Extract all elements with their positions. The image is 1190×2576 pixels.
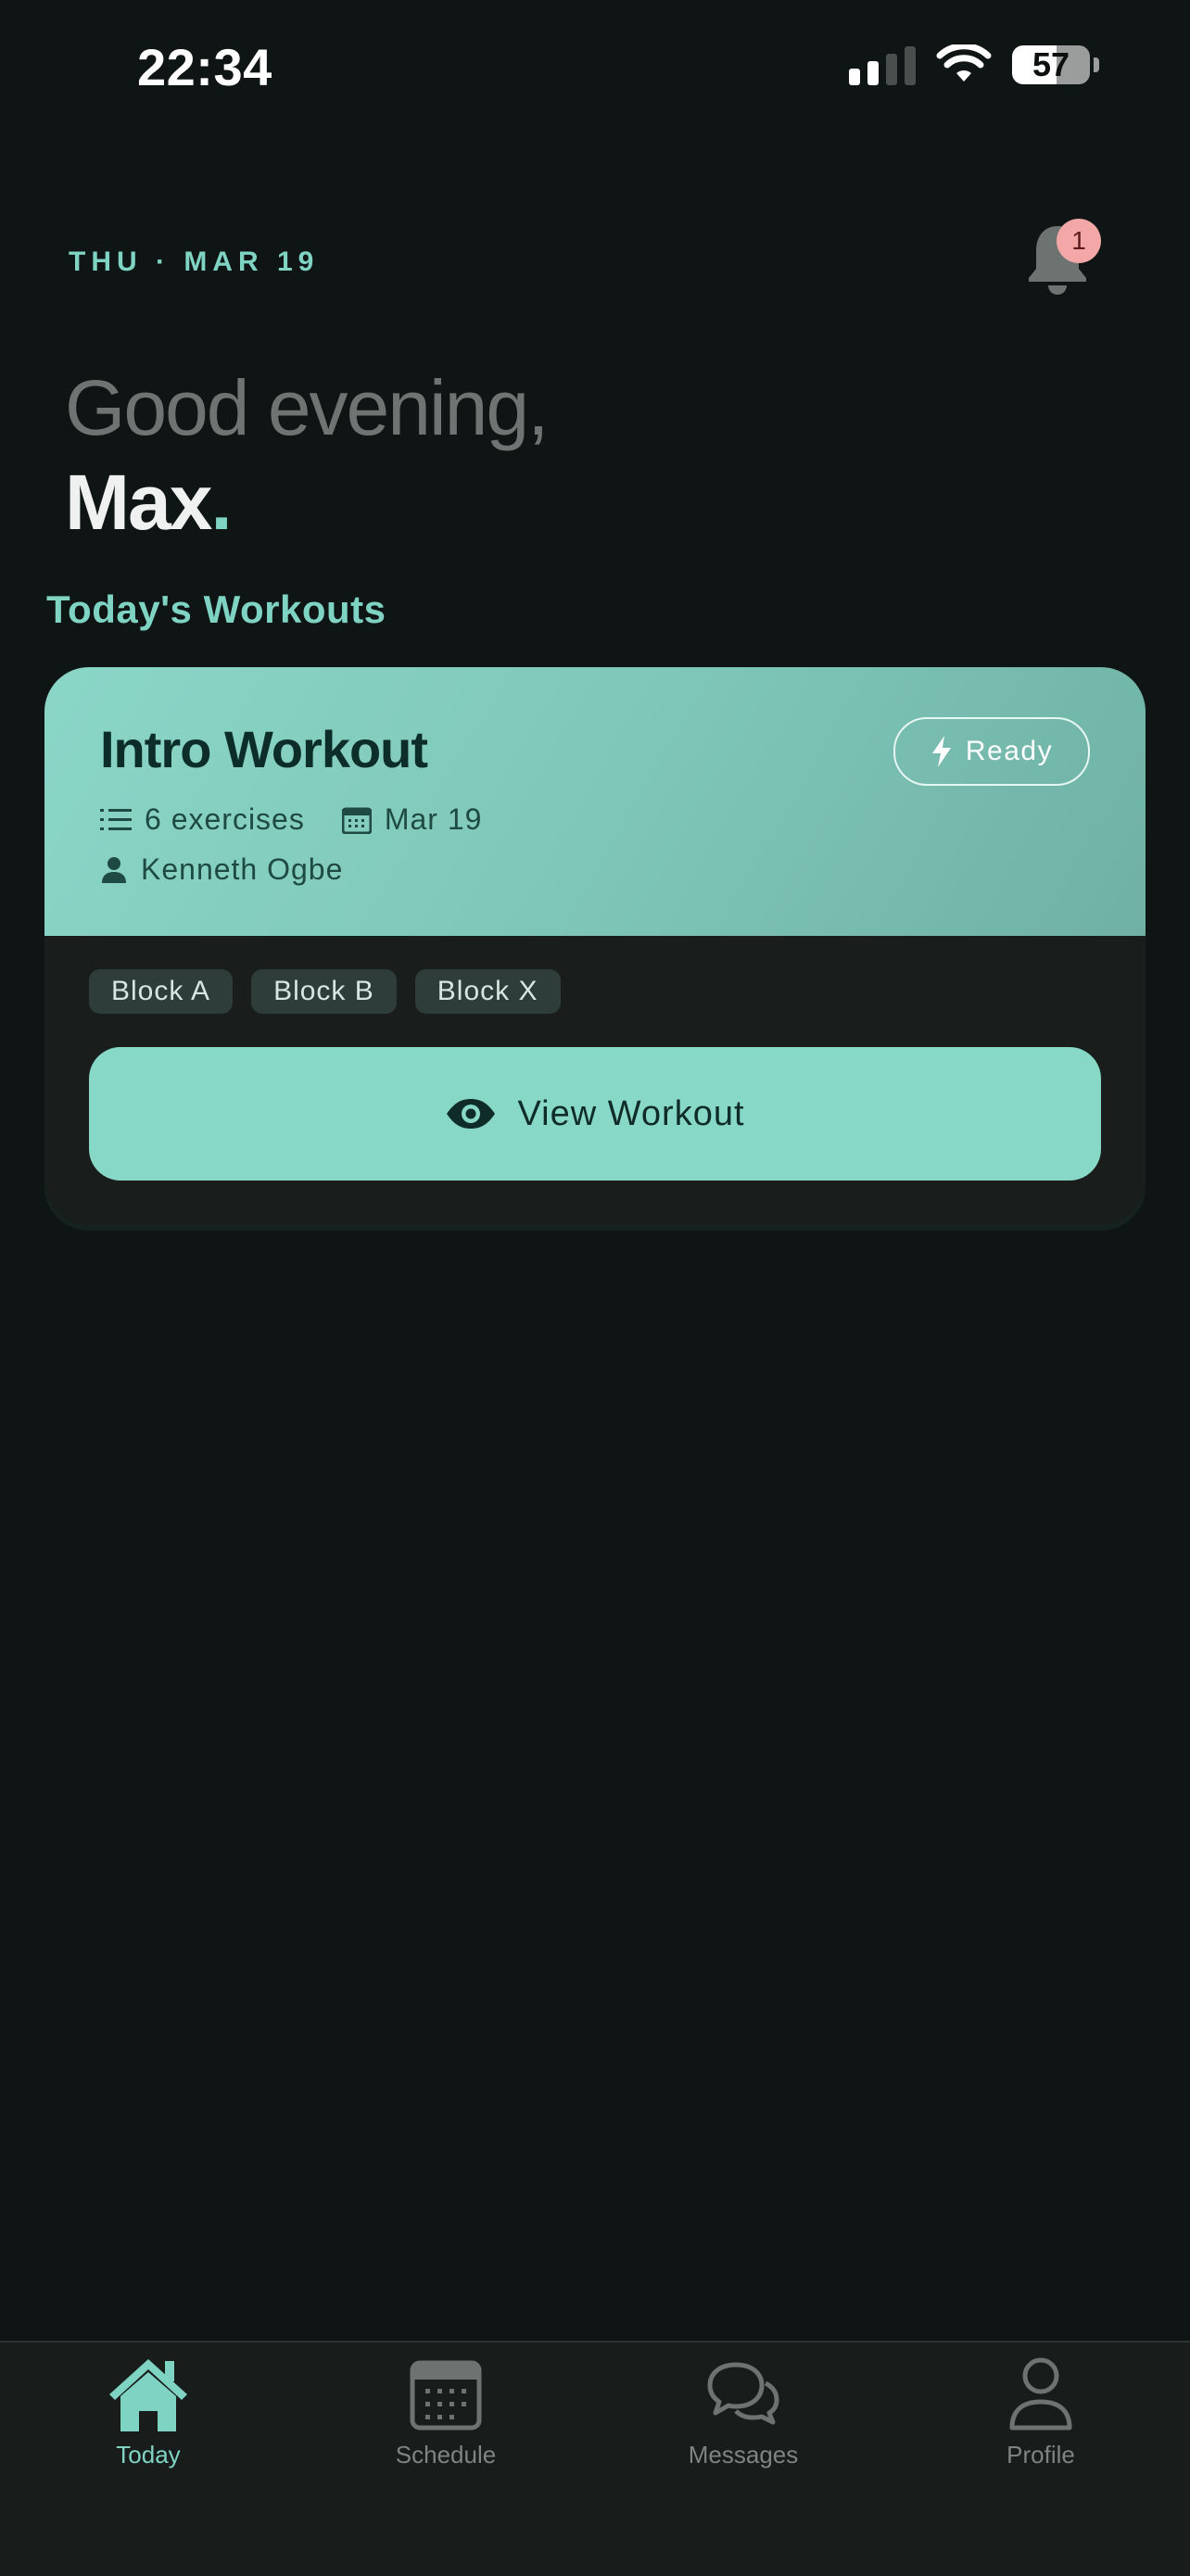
status-icons: 57 [849,44,1099,85]
block-tag: Block B [251,969,397,1014]
block-tags: Block A Block B Block X [89,969,561,1014]
workout-date: Mar 19 [384,802,483,836]
tab-profile-label: Profile [1006,2441,1075,2469]
greeting-text: Good evening, [65,364,549,451]
coach-name: Kenneth Ogbe [141,852,344,886]
user-name-text: Max [65,459,212,546]
calendar-icon [410,2360,482,2431]
battery-icon: 57 [1012,45,1099,84]
name-dot: . [210,459,232,546]
lightning-icon [931,736,951,767]
notification-badge: 1 [1057,219,1101,263]
tab-schedule[interactable]: Schedule [335,2355,557,2469]
tab-today[interactable]: Today [37,2355,260,2469]
workout-card[interactable]: Intro Workout Ready 6 exercises Mar 19 K… [44,667,1146,1225]
status-badge: Ready [893,717,1090,786]
tab-bar: Today Schedule Messages Profile [0,2341,1190,2576]
tab-messages-label: Messages [688,2441,799,2469]
workout-title: Intro Workout [100,720,428,778]
view-workout-label: View Workout [517,1093,745,1133]
chat-icon [707,2362,779,2425]
wifi-icon [936,44,992,82]
eye-icon [447,1099,496,1129]
tab-messages[interactable]: Messages [632,2355,855,2469]
status-label: Ready [965,736,1054,766]
list-icon [100,808,132,830]
person-icon [102,856,126,883]
tab-today-label: Today [116,2441,181,2469]
tab-profile[interactable]: Profile [930,2355,1152,2469]
cellular-signal-icon [849,44,916,85]
exercise-count: 6 exercises [145,802,305,836]
home-icon [109,2359,187,2431]
workout-meta-row: 6 exercises Mar 19 [100,802,482,837]
user-icon [1009,2357,1072,2431]
calendar-icon [341,807,372,834]
user-name: Max. [65,458,233,548]
section-title: Today's Workouts [46,587,386,631]
tab-schedule-label: Schedule [395,2441,497,2469]
date-label: THU · MAR 19 [69,246,320,277]
block-tag: Block A [89,969,234,1014]
workout-card-header: Intro Workout Ready 6 exercises Mar 19 K… [44,667,1146,936]
coach-row: Kenneth Ogbe [100,852,343,887]
status-time: 22:34 [137,38,272,96]
battery-percent: 57 [1032,45,1070,83]
view-workout-button[interactable]: View Workout [89,1047,1101,1181]
block-tag: Block X [414,969,561,1014]
